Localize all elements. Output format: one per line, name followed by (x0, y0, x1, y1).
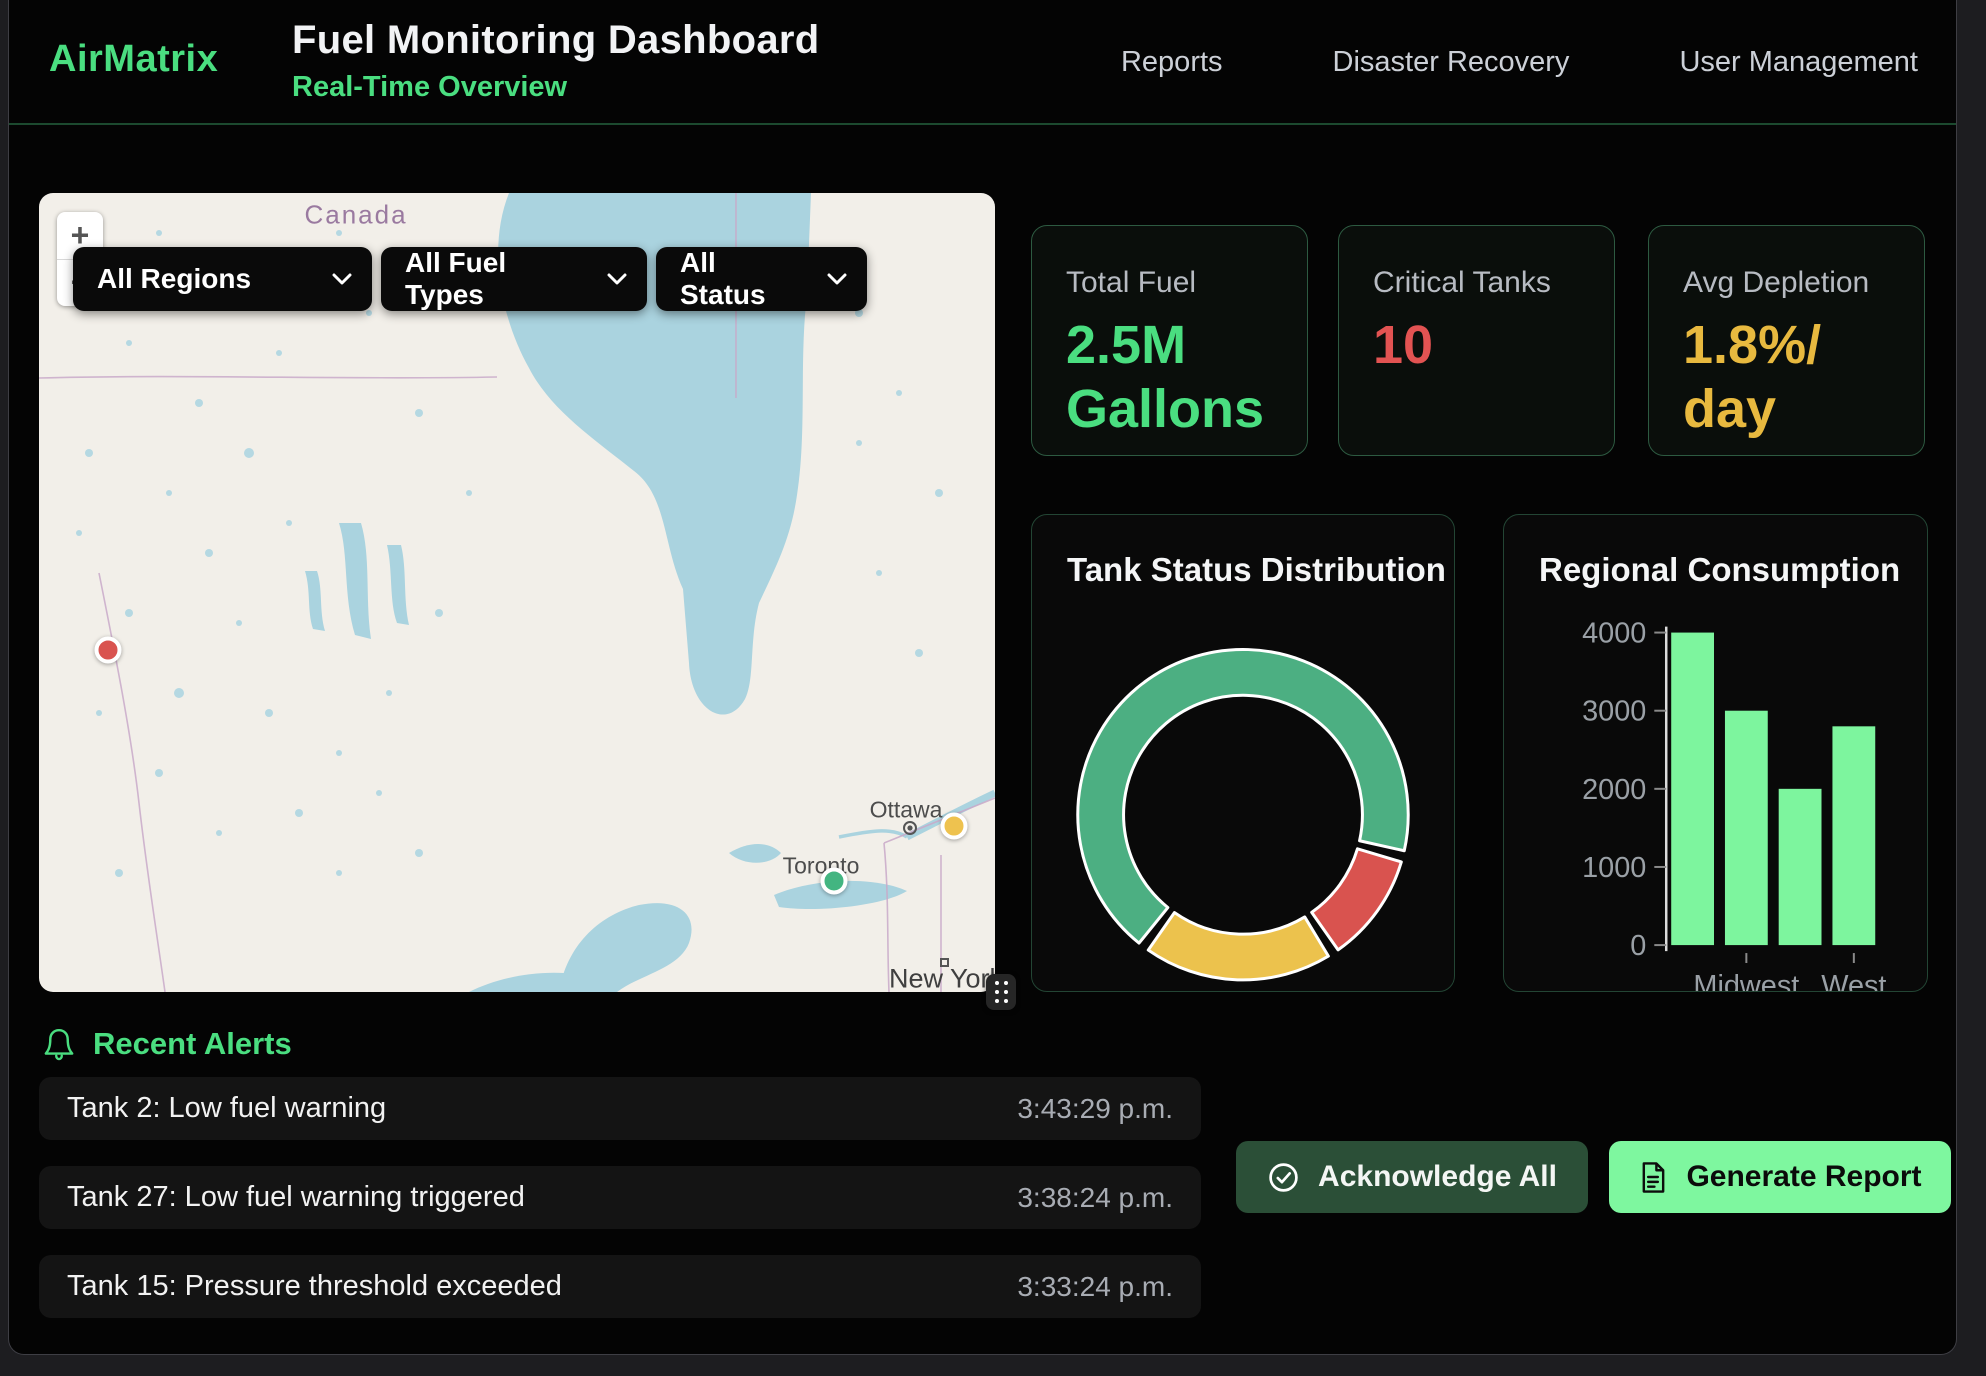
chevron-down-icon (332, 273, 352, 286)
alert-timestamp: 3:33:24 p.m. (1017, 1271, 1173, 1303)
page-subtitle: Real-Time Overview (292, 71, 819, 104)
map-filters: All Regions All Fuel Types All Status (73, 247, 867, 311)
svg-text:1000: 1000 (1582, 852, 1646, 884)
nav-user-management[interactable]: User Management (1679, 46, 1918, 79)
nav-disaster-recovery[interactable]: Disaster Recovery (1333, 46, 1570, 79)
bar-1[interactable] (1725, 711, 1768, 945)
recent-alerts-header: Recent Alerts (43, 1026, 292, 1062)
alert-timestamp: 3:43:29 p.m. (1017, 1093, 1173, 1125)
fuel-map[interactable]: Canada Ottawa Toronto New York + − All R… (39, 193, 995, 992)
bell-icon (43, 1027, 75, 1061)
bar-2[interactable] (1779, 789, 1822, 945)
map-label-ottawa: Ottawa (870, 797, 943, 824)
top-nav: Reports Disaster Recovery User Managemen… (1121, 0, 1918, 125)
app-logo: AirMatrix (49, 38, 218, 81)
chevron-down-icon (607, 273, 627, 286)
map-resize-handle[interactable] (986, 974, 1016, 1010)
donut-segment-yellow-warning[interactable] (1148, 913, 1328, 980)
svg-text:3000: 3000 (1582, 696, 1646, 728)
grip-dots-icon (995, 981, 1008, 1003)
stat-card-avg-depletion: Avg Depletion 1.8%/day (1648, 225, 1925, 456)
region-filter-value: All Regions (97, 263, 251, 295)
bar-0[interactable] (1671, 633, 1714, 946)
regional-consumption-bar-chart[interactable]: 0 1000 2000 3000 4000 Midwest West (1504, 515, 1927, 991)
alert-row[interactable]: Tank 15: Pressure threshold exceeded 3:3… (39, 1255, 1201, 1318)
page-title: Fuel Monitoring Dashboard (292, 18, 819, 63)
svg-text:2000: 2000 (1582, 774, 1646, 806)
svg-text:West: West (1821, 970, 1886, 991)
alert-message: Tank 27: Low fuel warning triggered (67, 1181, 525, 1214)
stat-label: Critical Tanks (1373, 266, 1580, 300)
app-window: AirMatrix Fuel Monitoring Dashboard Real… (8, 0, 1957, 1355)
nav-reports[interactable]: Reports (1121, 46, 1223, 79)
acknowledge-all-label: Acknowledge All (1318, 1160, 1557, 1194)
stat-label: Avg Depletion (1683, 266, 1890, 300)
svg-text:4000: 4000 (1582, 618, 1646, 650)
stat-value: 2.5M Gallons (1066, 314, 1273, 441)
stat-label: Total Fuel (1066, 266, 1273, 300)
status-filter-value: All Status (680, 247, 793, 311)
chevron-down-icon (827, 273, 847, 286)
tank-marker[interactable] (821, 867, 848, 894)
status-filter-dropdown[interactable]: All Status (656, 247, 867, 311)
region-filter-dropdown[interactable]: All Regions (73, 247, 372, 311)
alert-row[interactable]: Tank 27: Low fuel warning triggered 3:38… (39, 1166, 1201, 1229)
generate-report-label: Generate Report (1686, 1160, 1921, 1194)
svg-text:Midwest: Midwest (1693, 970, 1799, 991)
recent-alerts-title: Recent Alerts (93, 1026, 292, 1062)
header: AirMatrix Fuel Monitoring Dashboard Real… (9, 0, 1956, 125)
check-circle-icon (1267, 1161, 1300, 1194)
tank-marker[interactable] (940, 812, 967, 839)
stat-card-critical-tanks: Critical Tanks 10 (1338, 225, 1615, 456)
alert-message: Tank 15: Pressure threshold exceeded (67, 1270, 562, 1303)
alert-message: Tank 2: Low fuel warning (67, 1092, 386, 1125)
report-document-icon (1638, 1161, 1668, 1194)
bar-3[interactable] (1832, 726, 1875, 945)
donut-segment-red-critical[interactable] (1312, 849, 1402, 950)
tank-status-donut-chart[interactable] (1032, 515, 1454, 991)
generate-report-button[interactable]: Generate Report (1609, 1141, 1951, 1213)
map-label-canada: Canada (304, 200, 407, 231)
fuel-type-filter-value: All Fuel Types (405, 247, 573, 311)
alert-timestamp: 3:38:24 p.m. (1017, 1182, 1173, 1214)
stat-value: 1.8%/day (1683, 314, 1848, 441)
svg-text:0: 0 (1630, 930, 1646, 962)
map-label-new-york: New York (889, 964, 995, 993)
acknowledge-all-button[interactable]: Acknowledge All (1236, 1141, 1588, 1213)
alert-row[interactable]: Tank 2: Low fuel warning 3:43:29 p.m. (39, 1077, 1201, 1140)
tank-status-panel: Tank Status Distribution (1031, 514, 1455, 992)
stat-card-total-fuel: Total Fuel 2.5M Gallons (1031, 225, 1308, 456)
fuel-type-filter-dropdown[interactable]: All Fuel Types (381, 247, 647, 311)
regional-consumption-panel: Regional Consumption 0 1000 2000 3000 40… (1503, 514, 1928, 992)
stat-value: 10 (1373, 314, 1580, 378)
tank-marker[interactable] (94, 637, 121, 664)
page-title-block: Fuel Monitoring Dashboard Real-Time Over… (292, 18, 819, 104)
